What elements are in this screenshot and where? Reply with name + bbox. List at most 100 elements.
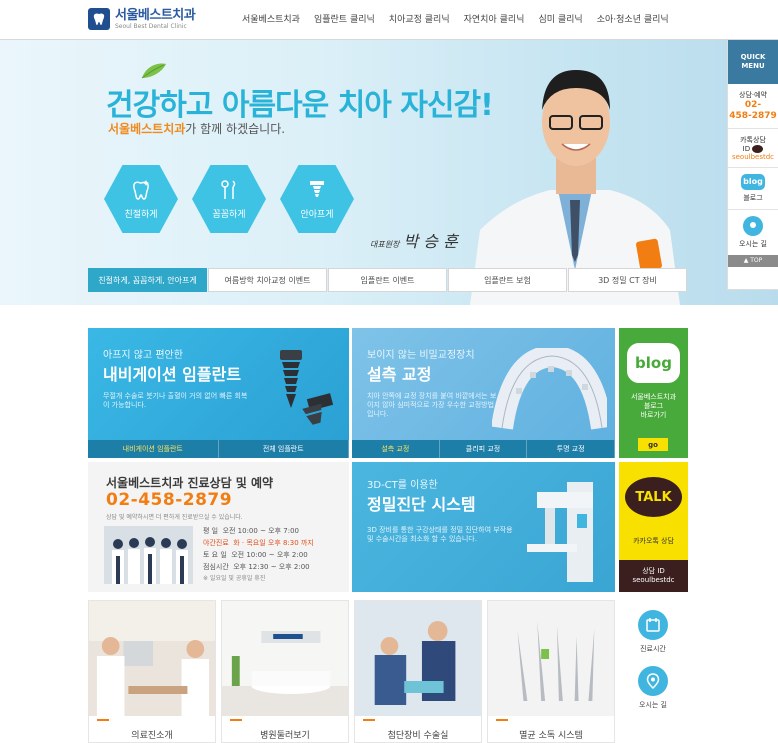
hours-link-label: 진료시간	[640, 645, 666, 653]
hours-link[interactable]: 진료시간	[636, 610, 670, 654]
implant-icon	[310, 180, 324, 197]
blog-go-button[interactable]: go	[638, 438, 668, 451]
hours-value: 화 · 목요일 오후 8:30 까지	[233, 539, 314, 547]
hex-label: 꼼꼼하게	[212, 209, 246, 220]
thumb-caption: 병원둘러보기	[260, 731, 310, 741]
hero-tab-4[interactable]: 임플란트 보험	[448, 268, 567, 292]
hero-tab-3[interactable]: 임플란트 이벤트	[328, 268, 447, 292]
nav-item-aesthetic[interactable]: 심미 클리닉	[538, 12, 582, 25]
kakao-talk-icon	[752, 145, 764, 153]
subtab-navi-implant[interactable]: 내비게이션 임플란트	[88, 440, 219, 458]
blog-icon: blog	[741, 174, 765, 190]
logo-title: 서울베스트치과	[115, 7, 196, 23]
doctors-photo	[89, 601, 215, 716]
hours-value: 오후 12:30 ~ 오후 2:00	[233, 563, 310, 571]
quick-phone-1: 02-	[744, 100, 762, 110]
map-link[interactable]: 오시는 길	[636, 666, 670, 710]
hero-tab-1[interactable]: 친절하게, 꼼꼼하게, 안아프게	[88, 268, 207, 292]
consult-card: 서울베스트치과 진료상담 및 예약 02-458-2879 상담 및 예약하시면…	[88, 462, 349, 592]
map-pin-icon	[743, 216, 763, 236]
kakao-card[interactable]: TALK 카카오톡 상담 상담 ID seoulbestdc	[619, 462, 688, 592]
hero-hex-group: 친절하게 꼼꼼하게 안아프게	[100, 165, 364, 245]
thumb-accent	[230, 719, 242, 721]
hours-row: 평 일 오전 10:00 ~ 오후 7:00	[203, 525, 314, 537]
kakao-id-box: 상담 ID seoulbestdc	[619, 560, 688, 592]
nav-item-ortho[interactable]: 치아교정 클리닉	[389, 12, 450, 25]
thumb-tour[interactable]: 병원둘러보기	[221, 600, 349, 743]
quick-consult[interactable]: 상담·예약 02- 458-2879	[728, 84, 778, 129]
nav-item-natural[interactable]: 자연치아 클리닉	[464, 12, 525, 25]
hours-value: 오전 10:00 ~ 오후 2:00	[231, 551, 308, 559]
hero-subtitle-highlight: 서울베스트치과	[108, 122, 186, 136]
thumb-doctors[interactable]: 의료진소개	[88, 600, 216, 743]
card-kicker: 아프지 않고 편안한	[103, 350, 183, 361]
blog-text-2: 블로그	[643, 402, 664, 410]
signature-name: 박 승 훈	[403, 232, 458, 251]
quick-map-label: 오시는 길	[739, 240, 767, 248]
blog-card[interactable]: blog 서울베스트치과 블로그 바로가기 go	[619, 328, 688, 458]
card-desc: 무절개 수술로 붓기나 출혈이 거의 없어 빠른 회복이 가능합니다.	[103, 392, 248, 409]
thumb-sterilize[interactable]: 멸균 소독 시스템	[487, 600, 615, 743]
thumb-caption: 멸균 소독 시스템	[519, 731, 583, 741]
nav-item-kids[interactable]: 소아·청소년 클리닉	[597, 12, 669, 25]
hero-title: 건강하고 아름다운 치아 자신감!	[106, 88, 494, 123]
kakao-label: 카카오톡 상담	[633, 537, 674, 545]
card-kicker: 보이지 않는 비밀교정장치	[367, 350, 475, 361]
hours-row: 토 요 일 오전 10:00 ~ 오후 2:00	[203, 549, 314, 561]
main-nav: 서울베스트치과 임플란트 클리닉 치아교정 클리닉 자연치아 클리닉 심미 클리…	[242, 12, 683, 25]
consult-title: 서울베스트치과 진료상담 및 예약	[106, 476, 274, 490]
hero-tab-5[interactable]: 3D 정밀 CT 장비	[568, 268, 687, 292]
kakao-talk-logo-icon: TALK	[625, 477, 682, 517]
hours-label: 점심시간	[203, 563, 229, 571]
blog-logo-icon: blog	[627, 343, 680, 383]
thumb-accent	[363, 719, 375, 721]
quick-phone-2: 458-2879	[729, 111, 777, 121]
quick-blog[interactable]: blog 블로그	[728, 168, 778, 210]
lingual-brace-card[interactable]: 보이지 않는 비밀교정장치 설측 교정 치아 안쪽에 교정 장치를 붙여 바깥에…	[352, 328, 615, 458]
quick-kakao-id: seoulbestdc	[731, 153, 775, 161]
director-signature: 대표원장 박 승 훈	[370, 228, 458, 252]
implant-screw-image	[280, 350, 334, 425]
card-kicker: 3D-CT를 이용한	[367, 480, 438, 491]
scroll-top-button[interactable]: ▲ TOP	[728, 255, 778, 267]
subtab-clear[interactable]: 투명 교정	[527, 440, 615, 458]
leaf-icon	[141, 63, 166, 79]
hex-kind[interactable]: 친절하게	[104, 165, 178, 233]
map-link-label: 오시는 길	[639, 701, 667, 709]
thumb-surgery[interactable]: 첨단장비 수술실	[354, 600, 482, 743]
staff-photo	[104, 526, 193, 584]
sterile-tools-photo	[488, 601, 614, 716]
dental-tools-icon	[221, 179, 236, 199]
thumb-caption: 의료진소개	[131, 731, 173, 741]
brace-subtabs: 설측 교정 클리피 교정 투명 교정	[352, 440, 615, 458]
blog-text-1: 서울베스트치과	[630, 393, 677, 401]
quick-map[interactable]: 오시는 길	[728, 210, 778, 255]
quick-kakao[interactable]: 카톡상담 ID seoulbestdc	[728, 129, 778, 168]
blog-text: 서울베스트치과 블로그 바로가기	[619, 393, 688, 420]
hero-tab-2[interactable]: 여름방학 치아교정 이벤트	[208, 268, 327, 292]
ct-card[interactable]: 3D-CT를 이용한 정밀진단 시스템 3D 장비를 통한 구강상태를 정밀 진…	[352, 462, 615, 592]
clock-icon	[638, 610, 668, 640]
thumb-caption: 첨단장비 수술실	[387, 731, 449, 741]
subtab-all-implant[interactable]: 전체 임플란트	[219, 440, 349, 458]
quick-blog-label: 블로그	[743, 194, 763, 202]
card-desc: 3D 장비를 통한 구강상태를 정밀 진단하여 부작용 및 수술시간을 최소화 …	[367, 526, 513, 543]
navi-subtabs: 내비게이션 임플란트 전체 임플란트	[88, 440, 349, 458]
hex-careful[interactable]: 꼼꼼하게	[192, 165, 266, 233]
tooth-sparkle-icon	[133, 179, 149, 200]
consult-phone[interactable]: 02-458-2879	[106, 490, 232, 510]
consult-note: 상담 및 예약하시면 더 편하게 진료받으실 수 있습니다.	[106, 514, 243, 521]
hex-painless[interactable]: 안아프게	[280, 165, 354, 233]
subtab-clippy[interactable]: 클리피 교정	[440, 440, 528, 458]
site-logo[interactable]: 서울베스트치과 Seoul Best Dental Clinic	[88, 0, 196, 38]
hero-banner: 건강하고 아름다운 치아 자신감! 서울베스트치과가 함께 하겠습니다. 친절하…	[0, 40, 778, 305]
subtab-lingual[interactable]: 설측 교정	[352, 440, 440, 458]
nav-item-implant[interactable]: 임플란트 클리닉	[314, 12, 375, 25]
card-title: 설측 교정	[367, 365, 432, 384]
signature-role: 대표원장	[370, 240, 400, 249]
nav-item-about[interactable]: 서울베스트치과	[242, 12, 300, 25]
tooth-logo-icon	[88, 8, 110, 30]
navi-implant-card[interactable]: 아프지 않고 편안한 내비게이션 임플란트 무절개 수술로 붓기나 출혈이 거의…	[88, 328, 349, 458]
quick-kakao-id-label: ID	[742, 145, 751, 153]
kakao-id-label: 상담 ID	[642, 567, 665, 575]
